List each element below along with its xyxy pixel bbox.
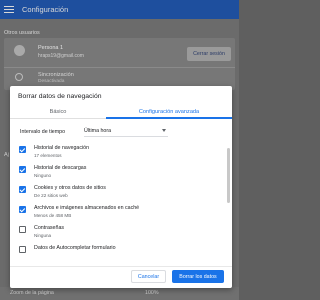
checkbox-download-history[interactable] [19,166,26,173]
user-email: hraps19@gmail.com [38,53,84,59]
list-item-cache[interactable]: Archivos e imágenes almacenados en caché… [10,203,232,223]
checkbox-cookies[interactable] [19,186,26,193]
item-title: Contraseñas [34,225,65,231]
clear-data-button[interactable]: Borrar los datos [172,270,224,283]
checkbox-autofill[interactable] [19,246,26,253]
time-range-value: Última hora [84,128,112,134]
dropdown-arrow-icon [162,129,166,132]
footer-divider [10,266,232,267]
divider [4,67,235,68]
item-subtitle: De 22 sitios web [34,193,68,198]
list-item-cookies[interactable]: Cookies y otros datos de sitios De 22 si… [10,183,232,203]
item-title: Cookies y otros datos de sitios [34,185,106,191]
checkbox-cache[interactable] [19,206,26,213]
dialog-title: Borrar datos de navegación [18,93,102,100]
item-subtitle: Ninguno [34,173,52,178]
list-item-autofill[interactable]: Datos de Autocompletar formulario [10,243,232,261]
time-range-label: Intervalo de tiempo [20,129,66,135]
menu-icon[interactable] [4,5,14,14]
dialog-tabs: Básico Configuración avanzada [10,105,232,119]
clear-browsing-data-dialog: Borrar datos de navegación Básico Config… [10,86,232,288]
user-card: Persona 1 hraps19@gmail.com Cerrar sesió… [4,38,235,90]
tab-basic[interactable]: Básico [10,105,106,119]
item-title: Historial de navegación [34,145,90,151]
active-tab-indicator [106,117,232,119]
data-type-list: Historial de navegación 17 elementos His… [10,143,232,261]
settings-title: Configuración [22,5,69,14]
checkbox-browsing-history[interactable] [19,146,26,153]
time-range-select[interactable]: Última hora [84,127,168,137]
settings-header: Configuración [0,0,239,19]
side-label: Aj [4,152,9,158]
checkbox-passwords[interactable] [19,226,26,233]
sync-icon [15,73,23,81]
list-item-passwords[interactable]: Contraseñas Ninguna [10,223,232,243]
item-subtitle: Ninguna [34,233,52,238]
item-title: Archivos e imágenes almacenados en caché [34,205,140,211]
list-item-browsing-history[interactable]: Historial de navegación 17 elementos [10,143,232,163]
item-title: Datos de Autocompletar formulario [34,245,116,251]
avatar [14,45,25,56]
zoom-value: 100% [145,290,159,296]
scrollbar[interactable] [227,148,230,203]
zoom-label: Zoom de la página [10,290,54,296]
time-range-row: Intervalo de tiempo Última hora [20,127,168,137]
item-subtitle: Menos de 458 MB [34,213,72,218]
sync-label: Sincronización [38,72,74,78]
list-item-download-history[interactable]: Historial de descargas Ninguno [10,163,232,183]
section-title-other-users: Otros usuarios [4,30,40,36]
sign-out-button[interactable]: Cerrar sesión [187,47,231,61]
cancel-button[interactable]: Cancelar [131,270,166,283]
item-title: Historial de descargas [34,165,87,171]
user-name: Persona 1 [38,45,64,51]
sync-state: Desactivada [38,79,65,84]
item-subtitle: 17 elementos [34,153,62,158]
